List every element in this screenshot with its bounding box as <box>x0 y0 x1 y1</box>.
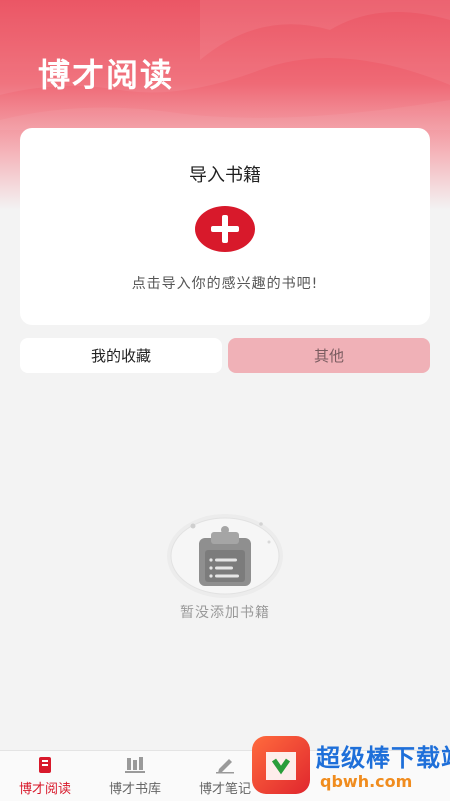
app-title: 博才阅读 <box>38 56 175 94</box>
tab-my-favorites[interactable]: 我的收藏 <box>20 338 222 373</box>
pen-icon <box>216 759 234 774</box>
tab-other-label: 其他 <box>313 347 344 365</box>
watermark-url: qbwh.com <box>320 772 413 791</box>
nav-label-library: 博才书库 <box>108 782 161 797</box>
add-book-button[interactable] <box>195 206 255 252</box>
plus-icon <box>211 215 239 243</box>
tab-my-favorites-label: 我的收藏 <box>90 347 151 365</box>
nav-label-notes: 博才笔记 <box>198 782 251 797</box>
nav-label-reading: 博才阅读 <box>18 782 71 797</box>
bookshelf-icon <box>125 757 145 773</box>
import-hint-text: 点击导入你的感兴趣的书吧! <box>131 276 319 292</box>
watermark: 超级棒下载站 qbwh.com <box>250 734 450 800</box>
tab-other[interactable]: 其他 <box>228 338 430 373</box>
clipboard-icon <box>167 514 283 598</box>
watermark-title: 超级棒下载站 <box>316 744 450 772</box>
nav-item-reading[interactable]: 博才阅读 <box>0 751 90 801</box>
book-icon <box>39 757 51 773</box>
import-books-card[interactable]: 导入书籍 点击导入你的感兴趣的书吧! <box>20 128 430 325</box>
watermark-logo-icon <box>252 736 310 794</box>
import-books-title: 导入书籍 <box>189 165 261 186</box>
nav-item-library[interactable]: 博才书库 <box>90 751 180 801</box>
empty-state-text: 暂没添加书籍 <box>180 605 270 621</box>
